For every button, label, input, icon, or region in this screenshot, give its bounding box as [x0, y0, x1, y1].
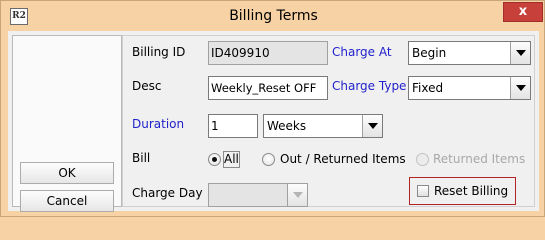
bill-returned-radio[interactable] [416, 153, 429, 166]
charge-at-select[interactable]: Begin [408, 41, 531, 65]
charge-type-value: Fixed [412, 81, 444, 95]
bill-out-returned-label[interactable]: Out / Returned Items [280, 151, 406, 167]
charge-day-select[interactable] [208, 183, 308, 207]
close-icon: x [518, 4, 528, 19]
charge-type-label: Charge Type [332, 79, 407, 93]
close-button[interactable]: x [503, 2, 543, 22]
duration-label: Duration [132, 117, 185, 131]
charge-at-value: Begin [412, 46, 447, 60]
chevron-down-icon[interactable] [510, 77, 530, 99]
reset-billing-highlight: Reset Billing [409, 177, 516, 205]
billing-form: Billing ID ID409910 Charge At Begin Desc… [122, 35, 535, 207]
window-title: Billing Terms [229, 8, 318, 24]
reset-billing-checkbox[interactable] [417, 185, 429, 197]
chevron-down-icon[interactable] [362, 115, 382, 137]
reset-billing-label[interactable]: Reset Billing [434, 183, 508, 199]
duration-field[interactable]: 1 [208, 114, 258, 138]
desc-field[interactable]: Weekly_Reset OFF [208, 76, 328, 100]
desc-label: Desc [132, 79, 162, 93]
bill-all-radio[interactable] [208, 153, 221, 166]
charge-at-label: Charge At [332, 45, 392, 59]
dialog-content: OK Cancel Billing ID ID409910 Charge At … [8, 31, 539, 212]
charge-type-select[interactable]: Fixed [408, 76, 531, 100]
ok-button[interactable]: OK [20, 162, 114, 184]
bill-returned-label: Returned Items [433, 152, 526, 166]
billing-id-field[interactable]: ID409910 [208, 41, 328, 65]
chevron-down-icon[interactable] [510, 42, 530, 64]
charge-day-label: Charge Day [132, 186, 203, 200]
duration-unit-select[interactable]: Weeks [263, 114, 383, 138]
billing-id-label: Billing ID [132, 45, 186, 59]
bill-out-returned-radio[interactable] [262, 153, 275, 166]
bill-label: Bill [132, 151, 151, 165]
cancel-button[interactable]: Cancel [20, 190, 114, 212]
chevron-down-icon[interactable] [287, 184, 307, 206]
duration-unit-value: Weeks [267, 119, 307, 133]
billing-terms-window: R2 Billing Terms x OK Cancel Billing ID … [0, 0, 545, 217]
button-panel: OK Cancel [12, 35, 122, 212]
bill-all-label[interactable]: All [224, 151, 239, 167]
title-bar[interactable]: R2 Billing Terms x [1, 1, 545, 31]
